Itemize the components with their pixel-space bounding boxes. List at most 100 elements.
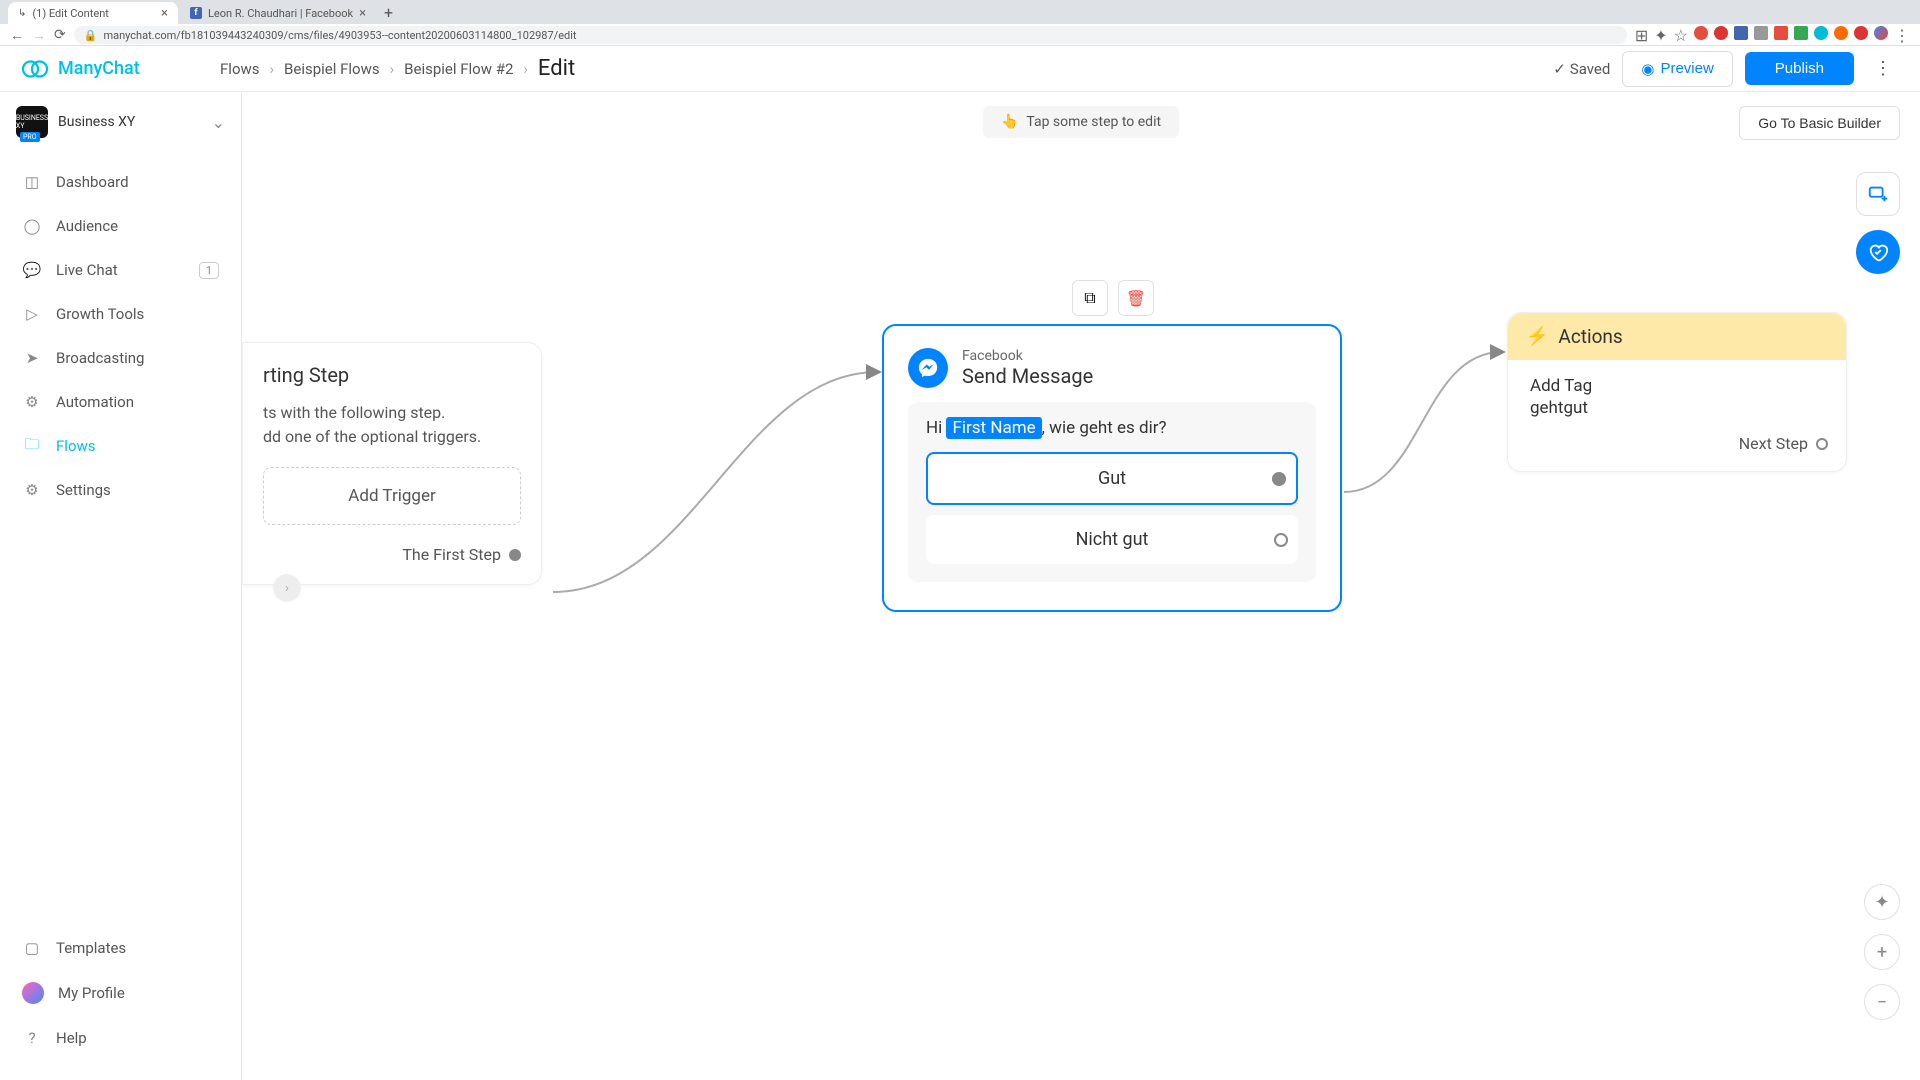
duplicate-button[interactable]: ⧉	[1072, 280, 1108, 316]
account-name: Business XY	[58, 114, 135, 130]
nav-bottom: ▢Templates My Profile ?Help	[0, 918, 241, 1080]
add-trigger-button[interactable]: Add Trigger	[263, 467, 521, 525]
sidebar-item-flows[interactable]: 🗀Flows	[0, 424, 241, 468]
saved-status: ✓ Saved	[1553, 60, 1610, 78]
dashboard-icon: ◫	[22, 172, 42, 192]
output-port[interactable]	[1274, 533, 1288, 547]
sidebar-item-broadcasting[interactable]: ➤Broadcasting	[0, 336, 241, 380]
breadcrumb-item[interactable]: Beispiel Flows	[284, 60, 380, 78]
tab-title: (1) Edit Content	[32, 7, 108, 20]
reply-button-nicht-gut[interactable]: Nicht gut	[926, 515, 1298, 564]
breadcrumb-current: Edit	[538, 56, 575, 81]
action-value: gehtgut	[1530, 398, 1824, 418]
close-icon[interactable]: ×	[161, 6, 168, 21]
reload-icon[interactable]: ⟳	[54, 27, 66, 43]
variable-chip: First Name	[946, 417, 1041, 439]
help-icon: ?	[22, 1028, 42, 1048]
node-starting-step[interactable]: rting Step ts with the following step.dd…	[242, 342, 542, 585]
browser-tab[interactable]: f Leon R. Chaudhari | Facebook ×	[180, 2, 376, 24]
node-send-message[interactable]: Facebook Send Message Hi First Name, wie…	[882, 324, 1342, 612]
chat-icon: 💬	[22, 260, 42, 280]
delete-button[interactable]: 🗑	[1118, 280, 1154, 316]
output-port[interactable]	[1272, 472, 1286, 486]
output-port[interactable]	[1816, 438, 1828, 450]
check-icon: ✓	[1553, 60, 1566, 78]
automation-icon: ⚙	[22, 392, 42, 412]
node-title: rting Step	[263, 363, 521, 387]
growth-icon: ▷	[22, 304, 42, 324]
browser-tab-active[interactable]: ↳ (1) Edit Content ×	[8, 2, 178, 24]
nav: ◫Dashboard ◯Audience 💬Live Chat1 ▷Growth…	[0, 152, 241, 520]
audience-icon: ◯	[22, 216, 42, 236]
new-tab-button[interactable]: +	[384, 3, 393, 24]
logo-text: ManyChat	[58, 58, 140, 79]
gear-icon: ⚙	[22, 480, 42, 500]
sidebar-item-audience[interactable]: ◯Audience	[0, 204, 241, 248]
sidebar-item-dashboard[interactable]: ◫Dashboard	[0, 160, 241, 204]
sidebar-item-profile[interactable]: My Profile	[0, 970, 241, 1016]
breadcrumb-item[interactable]: Beispiel Flow #2	[404, 60, 513, 78]
node-header: Facebook Send Message	[908, 348, 1316, 388]
message-text: Hi First Name, wie geht es dir?	[926, 418, 1298, 438]
node-actions[interactable]: ⚡ Actions Add Tag gehtgut Next Step	[1507, 312, 1847, 472]
goto-basic-builder-button[interactable]: Go To Basic Builder	[1739, 106, 1900, 140]
bolt-icon: ⚡	[1526, 326, 1548, 347]
node-title: Send Message	[962, 364, 1093, 388]
tab-strip: ↳ (1) Edit Content × f Leon R. Chaudhari…	[0, 0, 1920, 24]
flows-icon: 🗀	[22, 436, 42, 456]
canvas-hint: 👆 Tap some step to edit	[983, 106, 1179, 138]
zoom-in-button[interactable]: +	[1864, 934, 1900, 970]
zoom-controls: ✦ + −	[1864, 884, 1900, 1020]
expand-handle[interactable]: ›	[273, 574, 301, 602]
sidebar-item-settings[interactable]: ⚙Settings	[0, 468, 241, 512]
zoom-out-button[interactable]: −	[1864, 984, 1900, 1020]
tap-icon: 👆	[1001, 114, 1018, 130]
publish-button[interactable]: Publish	[1745, 52, 1854, 85]
preview-button[interactable]: ◉ Preview	[1622, 51, 1732, 87]
avatar	[22, 982, 44, 1004]
add-card-button[interactable]	[1856, 172, 1900, 216]
canvas-tools	[1856, 172, 1900, 274]
sidebar-item-growth[interactable]: ▷Growth Tools	[0, 292, 241, 336]
breadcrumb-item[interactable]: Flows	[220, 60, 260, 78]
close-icon[interactable]: ×	[359, 6, 366, 21]
tab-title: Leon R. Chaudhari | Facebook	[208, 7, 353, 20]
flow-canvas[interactable]: 👆 Tap some step to edit Go To Basic Buil…	[242, 92, 1920, 1080]
back-icon[interactable]: ←	[10, 27, 24, 44]
chevron-right-icon: ›	[270, 60, 275, 78]
more-menu-button[interactable]: ⋮	[1866, 54, 1900, 83]
auto-arrange-button[interactable]: ✦	[1864, 884, 1900, 920]
chevron-down-icon: ⌄	[212, 113, 225, 132]
reply-button-gut[interactable]: Gut	[926, 452, 1298, 505]
account-switcher[interactable]: BUSINESS XYPRO Business XY ⌄	[0, 92, 241, 152]
output-port[interactable]	[509, 549, 521, 561]
sidebar-item-livechat[interactable]: 💬Live Chat1	[0, 248, 241, 292]
chevron-right-icon: ›	[390, 60, 395, 78]
extensions: ⊞✦☆ ⋮	[1635, 26, 1910, 45]
node-description: ts with the following step.dd one of the…	[263, 401, 521, 449]
manychat-logo-icon	[20, 54, 50, 84]
logo[interactable]: ManyChat	[20, 54, 220, 84]
message-body[interactable]: Hi First Name, wie geht es dir? Gut Nich…	[908, 402, 1316, 582]
first-step-row: The First Step	[263, 545, 521, 564]
url-text: manychat.com/fb181039443240309/cms/files…	[103, 29, 576, 42]
lock-icon: 🔒	[84, 29, 98, 42]
action-body: Add Tag gehtgut	[1508, 360, 1846, 424]
node-toolbar: ⧉ 🗑	[1072, 280, 1154, 316]
sidebar-item-automation[interactable]: ⚙Automation	[0, 380, 241, 424]
sidebar-item-help[interactable]: ?Help	[0, 1016, 241, 1060]
broadcast-icon: ➤	[22, 348, 42, 368]
sidebar-item-templates[interactable]: ▢Templates	[0, 926, 241, 970]
node-header: ⚡ Actions	[1508, 313, 1846, 360]
badge: 1	[199, 262, 219, 279]
address-bar[interactable]: 🔒 manychat.com/fb181039443240309/cms/fil…	[74, 26, 1627, 44]
url-bar: ← → ⟳ 🔒 manychat.com/fb181039443240309/c…	[0, 24, 1920, 46]
forward-icon[interactable]: →	[32, 27, 46, 44]
account-avatar: BUSINESS XYPRO	[16, 106, 48, 138]
templates-icon: ▢	[22, 938, 42, 958]
node-subtitle: Facebook	[962, 348, 1093, 364]
node-title: Actions	[1558, 325, 1622, 348]
facebook-icon: f	[190, 7, 202, 19]
app-header: ManyChat Flows › Beispiel Flows › Beispi…	[0, 46, 1920, 92]
favorite-button[interactable]	[1856, 230, 1900, 274]
